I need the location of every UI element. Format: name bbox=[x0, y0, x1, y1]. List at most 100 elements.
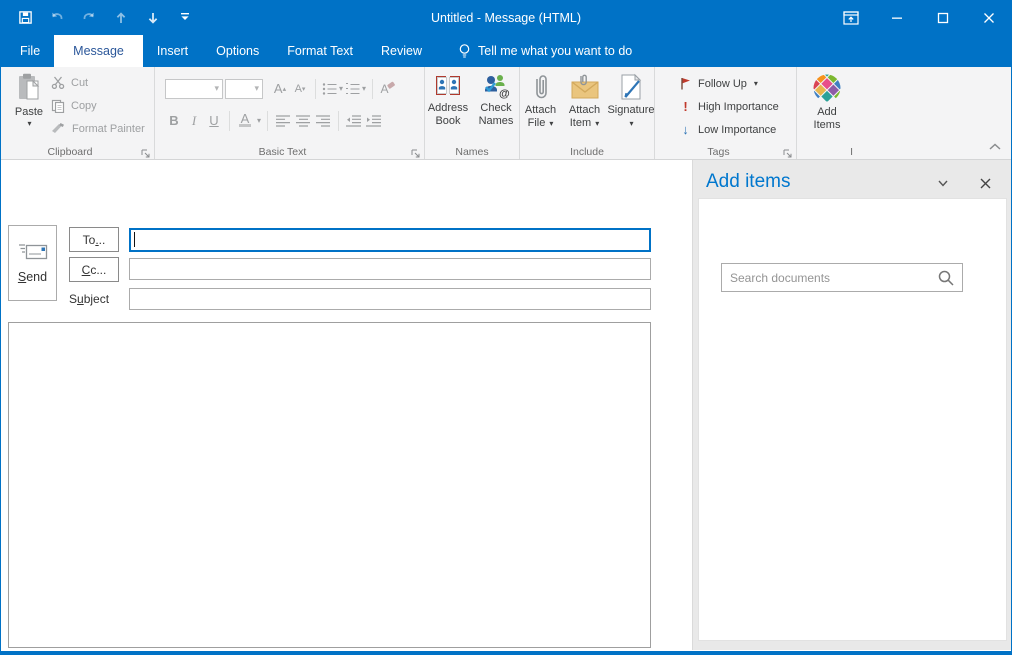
subject-field[interactable] bbox=[129, 288, 651, 310]
font-color-letter: A bbox=[240, 111, 250, 126]
check-names-button[interactable]: @ Check Names bbox=[474, 67, 518, 139]
grow-font-button[interactable]: A ▴ bbox=[271, 79, 289, 99]
cut-label: Cut bbox=[71, 76, 89, 89]
basic-text-dialog-launcher-icon[interactable] bbox=[411, 146, 421, 158]
lightbulb-icon bbox=[459, 44, 470, 58]
add-items-label-1: Add bbox=[817, 106, 837, 118]
format-painter-label: Format Painter bbox=[72, 122, 145, 135]
window-controls bbox=[828, 0, 1012, 35]
high-importance-button[interactable]: ! High Importance bbox=[679, 95, 796, 118]
check-names-label-1: Check bbox=[480, 102, 512, 114]
increase-indent-button[interactable] bbox=[365, 111, 383, 131]
copy-label: Copy bbox=[71, 99, 97, 112]
undo-icon bbox=[46, 7, 68, 29]
font-color-dropdown-icon[interactable]: ▾ bbox=[257, 116, 261, 125]
address-book-button[interactable]: Address Book bbox=[426, 67, 470, 139]
font-name-combo[interactable]: ▾ bbox=[165, 78, 223, 99]
follow-up-label: Follow Up bbox=[698, 77, 747, 90]
tab-format-text[interactable]: Format Text bbox=[273, 35, 367, 67]
follow-up-button[interactable]: Follow Up ▾ bbox=[679, 72, 796, 95]
close-button[interactable] bbox=[966, 0, 1012, 35]
attach-file-icon bbox=[535, 75, 547, 99]
ribbon-group-names: Address Book @ Check Names Names bbox=[425, 67, 520, 159]
search-input[interactable] bbox=[722, 270, 937, 285]
maximize-button[interactable] bbox=[920, 0, 966, 35]
tell-me-box[interactable]: Tell me what you want to do bbox=[448, 35, 642, 67]
paste-label: Paste bbox=[14, 106, 44, 118]
tab-message[interactable]: Message bbox=[54, 35, 143, 67]
search-icon[interactable] bbox=[937, 269, 955, 287]
taskpane-close-icon[interactable] bbox=[975, 174, 995, 192]
collapse-ribbon-icon[interactable] bbox=[988, 138, 1002, 156]
tab-options[interactable]: Options bbox=[202, 35, 273, 67]
underline-button[interactable]: U bbox=[205, 111, 223, 131]
italic-button[interactable]: I bbox=[185, 111, 203, 131]
cut-icon bbox=[51, 76, 65, 89]
check-names-icon: @ bbox=[485, 75, 510, 99]
tags-dialog-launcher-icon[interactable] bbox=[783, 146, 793, 158]
window-border-left bbox=[0, 35, 1, 655]
names-group-label: Names bbox=[455, 146, 489, 158]
bullets-button[interactable]: ▾ bbox=[322, 79, 343, 99]
ribbon-spacer bbox=[857, 67, 1012, 159]
numbering-button[interactable]: ▾ bbox=[345, 79, 366, 99]
cc-field[interactable] bbox=[129, 258, 651, 280]
shrink-font-button[interactable]: A ▾ bbox=[291, 79, 309, 99]
tab-insert[interactable]: Insert bbox=[143, 35, 202, 67]
bold-letter: B bbox=[169, 113, 179, 128]
tab-review[interactable]: Review bbox=[367, 35, 436, 67]
high-importance-label: High Importance bbox=[698, 100, 779, 113]
align-right-button[interactable] bbox=[314, 111, 332, 131]
bold-button[interactable]: B bbox=[165, 111, 183, 131]
include-group-label: Include bbox=[570, 146, 604, 158]
message-body[interactable] bbox=[8, 322, 651, 648]
attach-item-button[interactable]: Attach Item ▾ bbox=[563, 67, 606, 139]
message-window: Untitled - Message (HTML) File Message I… bbox=[0, 0, 1012, 655]
tell-me-label: Tell me what you want to do bbox=[478, 44, 633, 58]
basic-text-group-label: Basic Text bbox=[258, 146, 307, 158]
save-icon[interactable] bbox=[14, 7, 36, 29]
customize-qat-icon[interactable] bbox=[174, 7, 196, 29]
ribbon-display-options-icon[interactable] bbox=[828, 0, 874, 35]
clear-formatting-button[interactable]: A bbox=[379, 79, 397, 99]
add-items-button[interactable]: Add Items bbox=[803, 67, 851, 139]
align-center-button[interactable] bbox=[294, 111, 312, 131]
window-border-bottom bbox=[0, 651, 1012, 655]
clipboard-dialog-launcher-icon[interactable] bbox=[141, 146, 151, 158]
attach-item-label-2: Item bbox=[569, 117, 592, 129]
next-item-icon[interactable] bbox=[142, 7, 164, 29]
font-size-combo[interactable]: ▾ bbox=[225, 78, 263, 99]
cut-button[interactable]: Cut bbox=[51, 71, 145, 94]
paste-icon bbox=[19, 73, 40, 100]
send-icon bbox=[18, 244, 47, 260]
signature-button[interactable]: Signature ▾ bbox=[607, 67, 655, 139]
address-book-label-2: Book bbox=[435, 115, 461, 127]
decrease-indent-button[interactable] bbox=[345, 111, 363, 131]
attach-file-label-2: File bbox=[527, 117, 546, 129]
paste-dropdown-icon[interactable]: ▾ bbox=[27, 119, 31, 128]
low-importance-button[interactable]: ↓ Low Importance bbox=[679, 118, 796, 141]
format-painter-button[interactable]: Format Painter bbox=[51, 117, 145, 140]
grow-font-letter: A bbox=[273, 81, 283, 96]
paste-button[interactable]: Paste ▾ bbox=[7, 67, 51, 139]
follow-up-flag-icon bbox=[681, 78, 690, 90]
font-color-button[interactable]: A bbox=[236, 111, 254, 131]
copy-button[interactable]: Copy bbox=[51, 94, 145, 117]
minimize-button[interactable] bbox=[874, 0, 920, 35]
follow-up-dropdown-icon: ▾ bbox=[753, 79, 758, 88]
ribbon-group-clipboard: Paste ▾ Cut Copy Format Painter Clipboar… bbox=[0, 67, 155, 159]
to-button-label: To... bbox=[82, 232, 106, 247]
tab-file[interactable]: File bbox=[6, 35, 54, 67]
to-button[interactable]: To... bbox=[69, 227, 119, 252]
svg-text:@: @ bbox=[499, 88, 510, 99]
to-field[interactable] bbox=[129, 228, 651, 252]
attach-file-button[interactable]: Attach File ▾ bbox=[520, 67, 561, 139]
underline-letter: U bbox=[209, 113, 219, 128]
signature-dropdown-icon: ▾ bbox=[629, 119, 634, 128]
ribbon-group-include: Attach File ▾ Attach Item ▾ Signature ▾ … bbox=[520, 67, 655, 159]
add-items-taskpane: Add items bbox=[692, 160, 1011, 650]
cc-button[interactable]: Cc... bbox=[69, 257, 119, 282]
align-left-button[interactable] bbox=[274, 111, 292, 131]
send-button[interactable]: Send bbox=[8, 225, 57, 301]
taskpane-dropdown-icon[interactable] bbox=[933, 174, 953, 192]
